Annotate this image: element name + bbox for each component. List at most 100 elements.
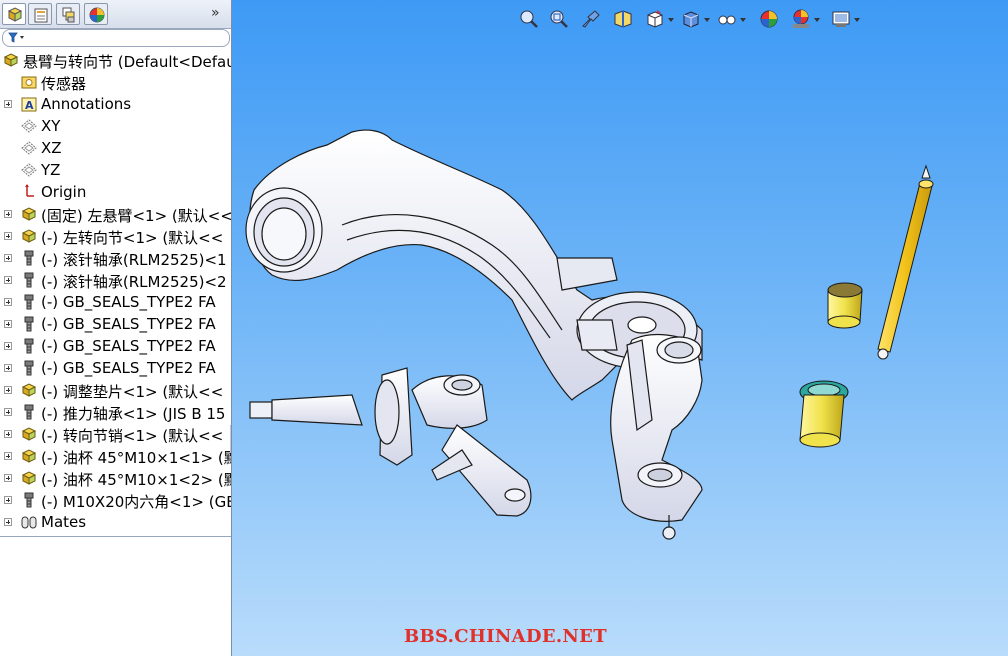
tree-item[interactable]: (-) 左转向节<1> (默认<< (0, 225, 231, 247)
kingpin-part (877, 164, 934, 360)
tree-item-label: Annotations (41, 95, 132, 113)
expand-plus-icon[interactable] (4, 232, 12, 240)
watermark-text: BBS.CHINADE.NET (404, 626, 607, 647)
subassembly-icon (20, 381, 38, 399)
tree-item[interactable]: 悬臂与转向节 (Default<Default (0, 49, 231, 71)
toolbox-part-icon (20, 293, 38, 311)
assembly-model-scene[interactable] (232, 0, 1008, 656)
tree-item[interactable]: (-) GB_SEALS_TYPE2 FA (0, 291, 231, 313)
tree-item[interactable]: 传感器 (0, 71, 231, 93)
propertymanager-icon (34, 8, 48, 23)
expand-plus-icon[interactable] (4, 254, 12, 262)
toolbox-part-icon (20, 337, 38, 355)
tree-item-label: (-) GB_SEALS_TYPE2 FA (41, 315, 216, 333)
tree-item-label: (-) 滚针轴承(RLM2525)<2 (41, 273, 227, 291)
tree-item[interactable]: XZ (0, 137, 231, 159)
expand-plus-icon[interactable] (4, 276, 12, 284)
tree-item-label: (-) M10X20内六角<1> (GB (41, 493, 231, 511)
tree-item[interactable]: Mates (0, 511, 231, 533)
plane-icon (20, 161, 38, 179)
annotations-icon: A (20, 95, 38, 113)
tree-item[interactable]: YZ (0, 159, 231, 181)
graphics-viewport[interactable]: BBS.CHINADE.NET (232, 0, 1008, 656)
appearance-sphere-icon (89, 7, 105, 23)
expand-plus-icon[interactable] (4, 408, 12, 416)
expand-plus-icon[interactable] (4, 320, 12, 328)
assembly-icon (2, 51, 20, 69)
subassembly-icon (20, 425, 38, 443)
more-tabs-chevron-icon[interactable]: » (211, 5, 220, 21)
plane-icon (20, 139, 38, 157)
tree-item-label: XZ (41, 139, 62, 157)
toolbox-part-icon (20, 315, 38, 333)
tree-item-label: (-) GB_SEALS_TYPE2 FA (41, 337, 216, 355)
mates-icon (20, 513, 38, 531)
tree-item-label: XY (41, 117, 61, 135)
panel-tab-bar: » (0, 0, 231, 29)
plane-icon (20, 117, 38, 135)
subassembly-icon (20, 227, 38, 245)
tree-item-label: (-) GB_SEALS_TYPE2 FA (41, 359, 216, 377)
tree-item-label: (-) 推力轴承<1> (JIS B 15 (41, 405, 226, 423)
featuremanager-tab[interactable] (2, 3, 26, 25)
toolbox-part-icon (20, 491, 38, 509)
expand-plus-icon[interactable] (4, 210, 12, 218)
tree-item[interactable]: Origin (0, 181, 231, 203)
tree-item[interactable]: (-) 滚针轴承(RLM2525)<2 (0, 269, 231, 291)
expand-plus-icon[interactable] (4, 100, 12, 108)
tree-item[interactable]: A Annotations (0, 93, 231, 115)
tree-item[interactable]: (-) 调整垫片<1> (默认<< (0, 379, 231, 401)
tree-item-label: YZ (41, 161, 61, 179)
tree-item-label: (-) 调整垫片<1> (默认<< (41, 383, 224, 401)
configurationmanager-icon (62, 7, 75, 23)
expand-plus-icon[interactable] (4, 496, 12, 504)
tree-item[interactable]: (-) 油杯 45°M10×1<2> (默 (0, 467, 231, 489)
configurationmanager-tab[interactable] (56, 3, 80, 25)
expand-plus-icon[interactable] (4, 342, 12, 350)
tree-item[interactable]: (-) 滚针轴承(RLM2525)<1 (0, 247, 231, 269)
tree-item[interactable]: (-) GB_SEALS_TYPE2 FA (0, 357, 231, 379)
spindle-knuckle-part (249, 367, 532, 517)
tree-item-label: 悬臂与转向节 (Default<Default (23, 53, 231, 71)
svg-text:A: A (25, 99, 34, 112)
toolbox-part-icon (20, 271, 38, 289)
toolbox-part-icon (20, 359, 38, 377)
tree-item-label: (固定) 左悬臂<1> (默认<< (41, 207, 231, 225)
needle-bearing-upper-part (827, 282, 863, 329)
tree-item[interactable]: (固定) 左悬臂<1> (默认<< (0, 203, 231, 225)
tree-item-label: (-) 油杯 45°M10×1<1> (默 (41, 449, 231, 467)
tree-item[interactable]: (-) M10X20内六角<1> (GB (0, 489, 231, 511)
tree-item-label: (-) 左转向节<1> (默认<< (41, 229, 224, 247)
expand-plus-icon[interactable] (4, 452, 12, 460)
tree-item[interactable]: XY (0, 115, 231, 137)
tree-filter-field[interactable] (2, 29, 230, 47)
tree-item[interactable]: (-) 油杯 45°M10×1<1> (默 (0, 445, 231, 467)
expand-plus-icon[interactable] (4, 430, 12, 438)
tree-item-label: 传感器 (41, 75, 87, 93)
origin-icon (20, 183, 38, 201)
feature-manager-panel: » 悬臂与转向节 (Default<Default 传感器 A Annotations… (0, 0, 232, 656)
tree-item-label: Mates (41, 513, 87, 531)
toolbox-part-icon (20, 403, 38, 421)
tree-item[interactable]: (-) 转向节销<1> (默认<< (0, 423, 231, 445)
tree-item-label: (-) 转向节销<1> (默认<< (41, 427, 224, 445)
subassembly-icon (20, 447, 38, 465)
tree-divider (0, 536, 231, 537)
expand-plus-icon[interactable] (4, 364, 12, 372)
tree-item-label: (-) 滚针轴承(RLM2525)<1 (41, 251, 227, 269)
expand-plus-icon[interactable] (4, 298, 12, 306)
tree-item[interactable]: (-) GB_SEALS_TYPE2 FA (0, 335, 231, 357)
featuremanager-tree-icon (7, 7, 23, 22)
subassembly-icon (20, 469, 38, 487)
appearance-tab[interactable] (84, 3, 108, 25)
steering-knuckle-upright-part (610, 334, 703, 540)
tree-item-label: Origin (41, 183, 87, 201)
tree-item[interactable]: (-) 推力轴承<1> (JIS B 15 (0, 401, 231, 423)
propertymanager-tab[interactable] (28, 3, 52, 25)
expand-plus-icon[interactable] (4, 386, 12, 394)
sensor-folder-icon (20, 73, 38, 91)
tree-item[interactable]: (-) GB_SEALS_TYPE2 FA (0, 313, 231, 335)
tree-item-label: (-) GB_SEALS_TYPE2 FA (41, 293, 216, 311)
expand-plus-icon[interactable] (4, 474, 12, 482)
expand-plus-icon[interactable] (4, 518, 12, 526)
